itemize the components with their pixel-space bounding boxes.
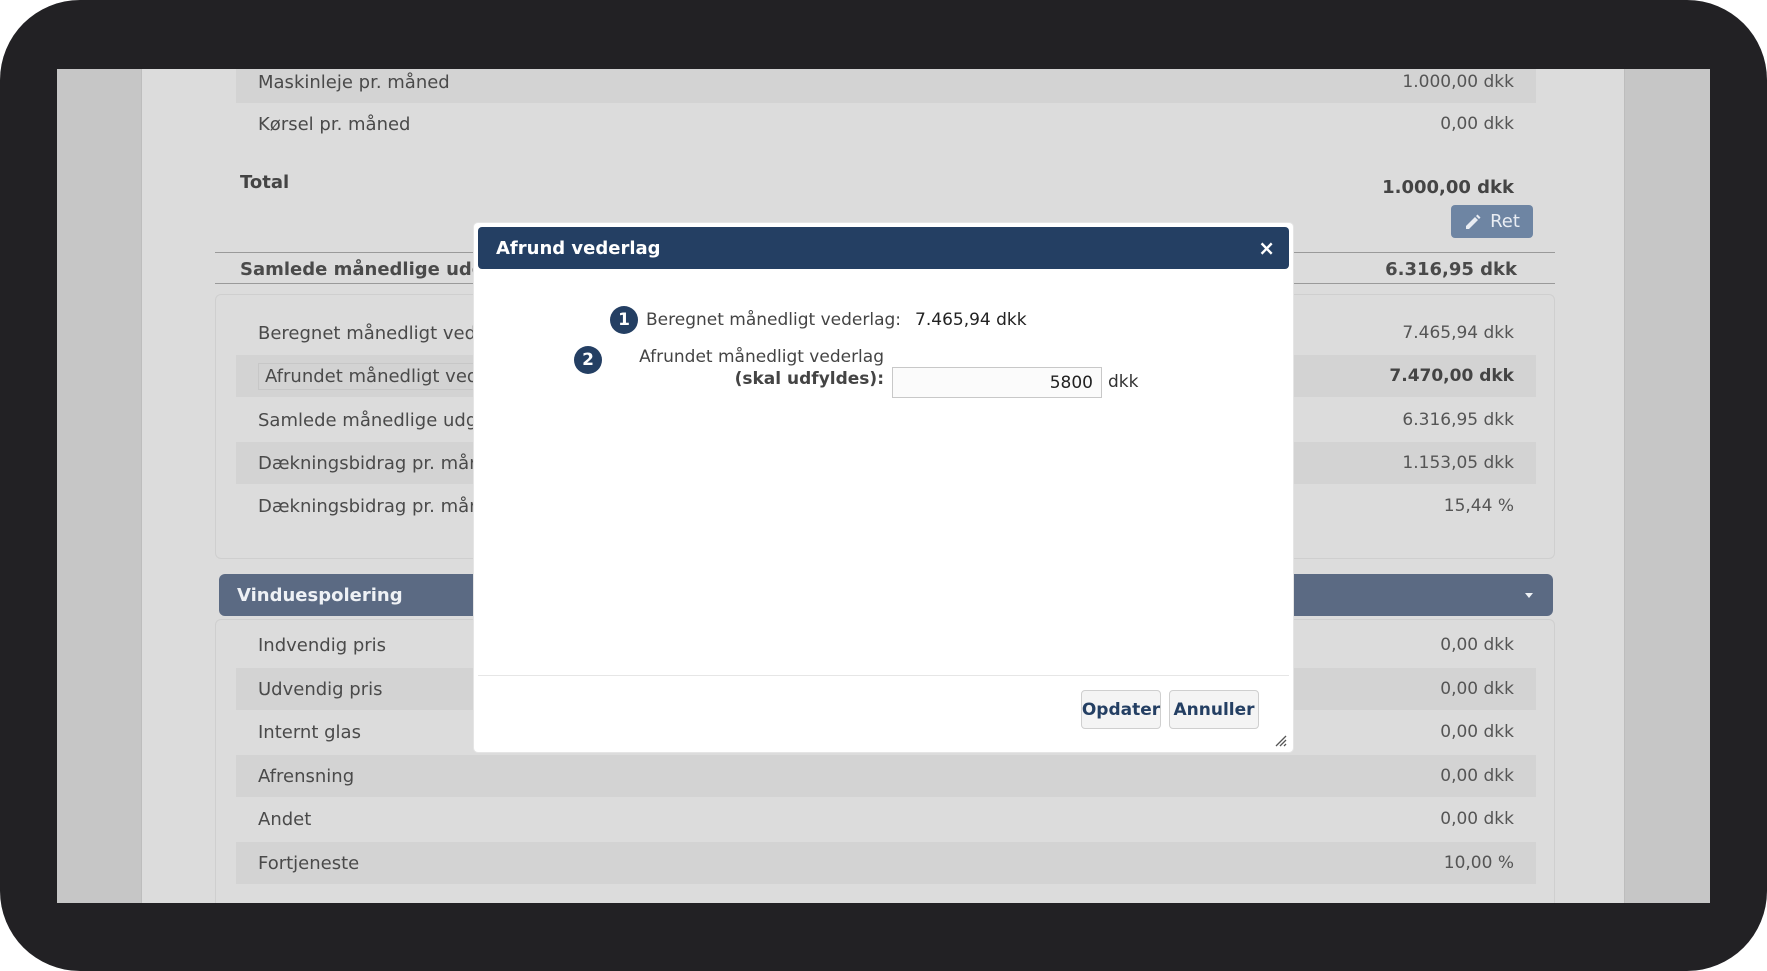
row-value: 0,00 dkk [1440,722,1514,742]
rounded-field: 2 Afrundet månedligt vederlag (skal udfy… [574,346,884,390]
calculated-label: Beregnet månedligt vederlag: [646,310,902,330]
dialog-header: Afrund vederlag × [478,227,1289,269]
label-colon: : [877,369,884,389]
list-item: Fortjeneste 10,00 % [236,842,1536,884]
edit-button-label: Ret [1490,211,1520,232]
row-label: Fortjeneste [258,852,360,874]
update-button[interactable]: Opdater [1081,690,1161,729]
list-item: Maskinleje pr. måned 1.000,00 dkk [236,69,1536,103]
step-badge: 2 [574,346,602,374]
rounded-label-text: Afrundet månedligt vederlag [639,347,884,367]
row-label: Afrensning [258,765,355,787]
row-label: Dækningsbidrag pr. måned [258,495,504,517]
summary-value: 6.316,95 dkk [1385,259,1517,280]
list-item: Andet 0,00 dkk [236,798,1536,840]
row-value: 0,00 dkk [1440,766,1514,786]
row-value: 0,00 dkk [1440,809,1514,829]
caret-down-icon[interactable] [1523,589,1535,601]
row-value: 6.316,95 dkk [1402,410,1514,430]
required-note: (skal udfyldes) [734,369,878,389]
dialog-title: Afrund vederlag [496,237,661,259]
row-value: 15,44 % [1443,496,1514,516]
row-value: 1.153,05 dkk [1402,453,1514,473]
calculated-field: 1 Beregnet månedligt vederlag: 7.465,94 … [610,306,1027,334]
row-label: Dækningsbidrag pr. måned [258,452,504,474]
edit-button[interactable]: Ret [1451,205,1533,238]
close-icon[interactable]: × [1258,236,1275,260]
section-title: Vinduespolering [237,584,403,606]
row-label: Andet [258,808,312,830]
rounded-label: Afrundet månedligt vederlag (skal udfyld… [610,346,884,390]
row-value: 0,00 dkk [1440,635,1514,655]
row-value: 1.000,00 dkk [1402,72,1514,92]
total-label: Total [240,172,290,193]
row-label: Maskinleje pr. måned [258,71,450,93]
pencil-icon [1466,214,1481,229]
row-label: Udvendig pris [258,678,383,700]
list-item: Kørsel pr. måned 0,00 dkk [236,103,1536,145]
resize-handle-icon[interactable] [1273,733,1287,747]
row-value: 7.470,00 dkk [1389,366,1514,386]
row-value: 0,00 dkk [1440,679,1514,699]
unit-label: dkk [1108,372,1139,392]
row-value: 10,00 % [1443,853,1514,873]
dialog-footer-divider [478,675,1289,676]
row-label: Internt glas [258,721,361,743]
row-label: Indvendig pris [258,634,387,656]
total-value: 1.000,00 dkk [1382,177,1514,198]
rounded-amount-input[interactable] [892,367,1102,398]
row-label: Kørsel pr. måned [258,113,411,135]
calculated-value: 7.465,94 dkk [915,310,1027,330]
afrund-vederlag-dialog: Afrund vederlag × 1 Beregnet månedligt v… [474,223,1293,752]
device-frame: Maskinleje pr. måned 1.000,00 dkk Kørsel… [0,0,1767,971]
list-item: Afrensning 0,00 dkk [236,755,1536,797]
row-value: 0,00 dkk [1440,114,1514,134]
cancel-button[interactable]: Annuller [1169,690,1259,729]
step-badge: 1 [610,306,638,334]
row-value: 7.465,94 dkk [1402,323,1514,343]
